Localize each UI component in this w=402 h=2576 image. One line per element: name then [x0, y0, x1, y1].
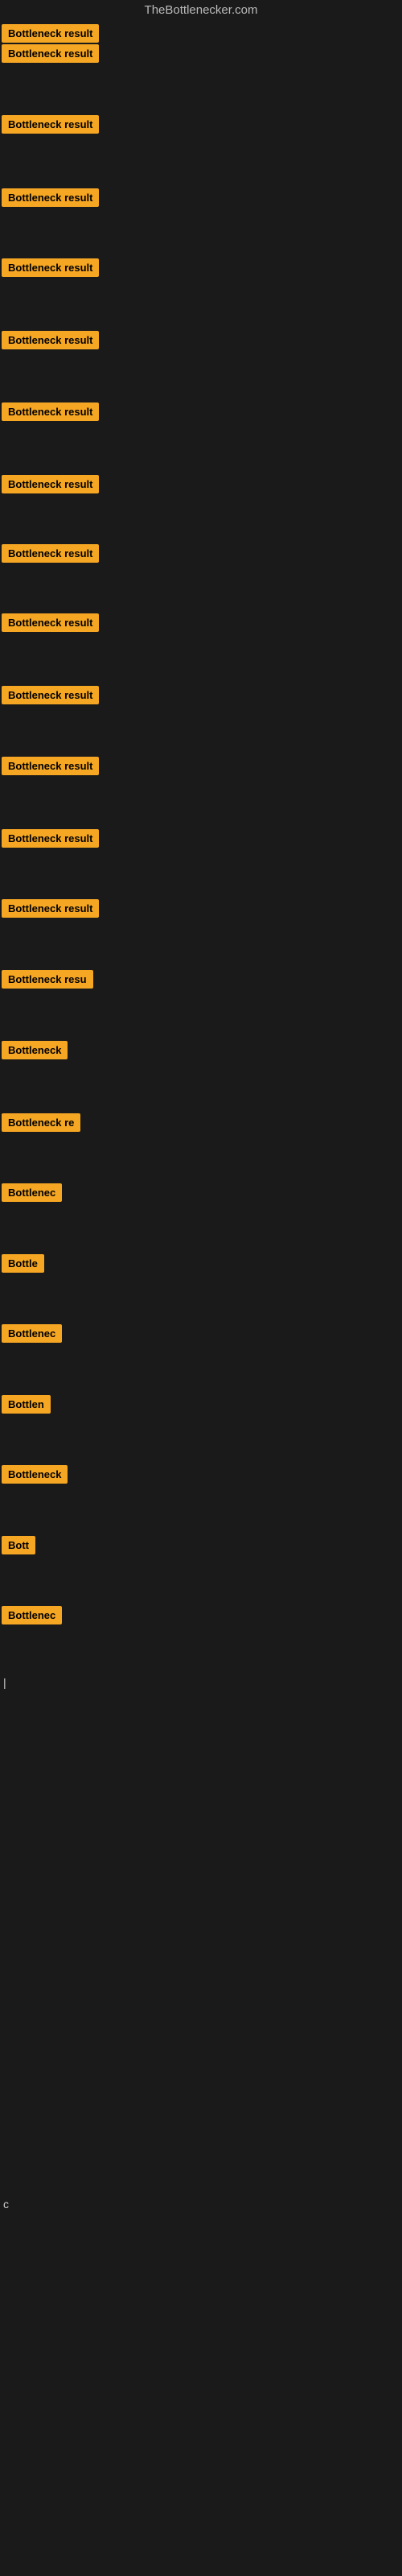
bottleneck-item-6: Bottleneck result [2, 331, 99, 353]
bottleneck-item-19: Bottle [2, 1254, 44, 1277]
bottleneck-item-8: Bottleneck result [2, 475, 99, 497]
bottleneck-item-22: Bottleneck [2, 1465, 68, 1488]
bottleneck-item-10: Bottleneck result [2, 613, 99, 636]
single-char-label: | [3, 1676, 6, 1689]
bottleneck-item-18: Bottlenec [2, 1183, 62, 1206]
bottleneck-item-21: Bottlen [2, 1395, 51, 1418]
bottleneck-item-12: Bottleneck result [2, 757, 99, 779]
bottleneck-badge-17[interactable]: Bottleneck re [2, 1113, 80, 1132]
bottleneck-item-3: Bottleneck result [2, 115, 99, 138]
bottleneck-badge-24[interactable]: Bottlenec [2, 1606, 62, 1624]
bottleneck-badge-15[interactable]: Bottleneck resu [2, 970, 93, 989]
bottleneck-badge-22[interactable]: Bottleneck [2, 1465, 68, 1484]
site-title: TheBottlenecker.com [0, 3, 402, 17]
bottleneck-item-5: Bottleneck result [2, 258, 99, 281]
bottleneck-badge-8[interactable]: Bottleneck result [2, 475, 99, 493]
bottleneck-item-24: Bottlenec [2, 1606, 62, 1629]
bottleneck-item-16: Bottleneck [2, 1041, 68, 1063]
bottleneck-badge-12[interactable]: Bottleneck result [2, 757, 99, 775]
bottleneck-badge-6[interactable]: Bottleneck result [2, 331, 99, 349]
bottleneck-badge-10[interactable]: Bottleneck result [2, 613, 99, 632]
footer-char-label: c [3, 2198, 9, 2211]
bottleneck-item-9: Bottleneck result [2, 544, 99, 567]
bottleneck-item-17: Bottleneck re [2, 1113, 80, 1136]
bottleneck-item-20: Bottlenec [2, 1324, 62, 1347]
bottleneck-badge-13[interactable]: Bottleneck result [2, 829, 99, 848]
bottleneck-item-13: Bottleneck result [2, 829, 99, 852]
bottleneck-item-11: Bottleneck result [2, 686, 99, 708]
bottleneck-badge-5[interactable]: Bottleneck result [2, 258, 99, 277]
bottleneck-badge-1[interactable]: Bottleneck result [2, 24, 99, 43]
bottleneck-badge-18[interactable]: Bottlenec [2, 1183, 62, 1202]
bottleneck-item-4: Bottleneck result [2, 188, 99, 211]
bottleneck-badge-21[interactable]: Bottlen [2, 1395, 51, 1414]
bottleneck-item-7: Bottleneck result [2, 402, 99, 425]
bottleneck-badge-20[interactable]: Bottlenec [2, 1324, 62, 1343]
bottleneck-badge-3[interactable]: Bottleneck result [2, 115, 99, 134]
bottleneck-badge-14[interactable]: Bottleneck result [2, 899, 99, 918]
bottleneck-badge-2[interactable]: Bottleneck result [2, 44, 99, 63]
bottleneck-item-1: Bottleneck result [2, 24, 99, 47]
bottleneck-badge-23[interactable]: Bott [2, 1536, 35, 1554]
bottleneck-item-15: Bottleneck resu [2, 970, 93, 993]
bottleneck-badge-7[interactable]: Bottleneck result [2, 402, 99, 421]
bottleneck-badge-16[interactable]: Bottleneck [2, 1041, 68, 1059]
bottleneck-badge-4[interactable]: Bottleneck result [2, 188, 99, 207]
bottleneck-badge-11[interactable]: Bottleneck result [2, 686, 99, 704]
bottleneck-item-2: Bottleneck result [2, 44, 99, 67]
bottleneck-item-14: Bottleneck result [2, 899, 99, 922]
bottleneck-badge-9[interactable]: Bottleneck result [2, 544, 99, 563]
bottleneck-badge-19[interactable]: Bottle [2, 1254, 44, 1273]
bottleneck-item-23: Bott [2, 1536, 35, 1558]
